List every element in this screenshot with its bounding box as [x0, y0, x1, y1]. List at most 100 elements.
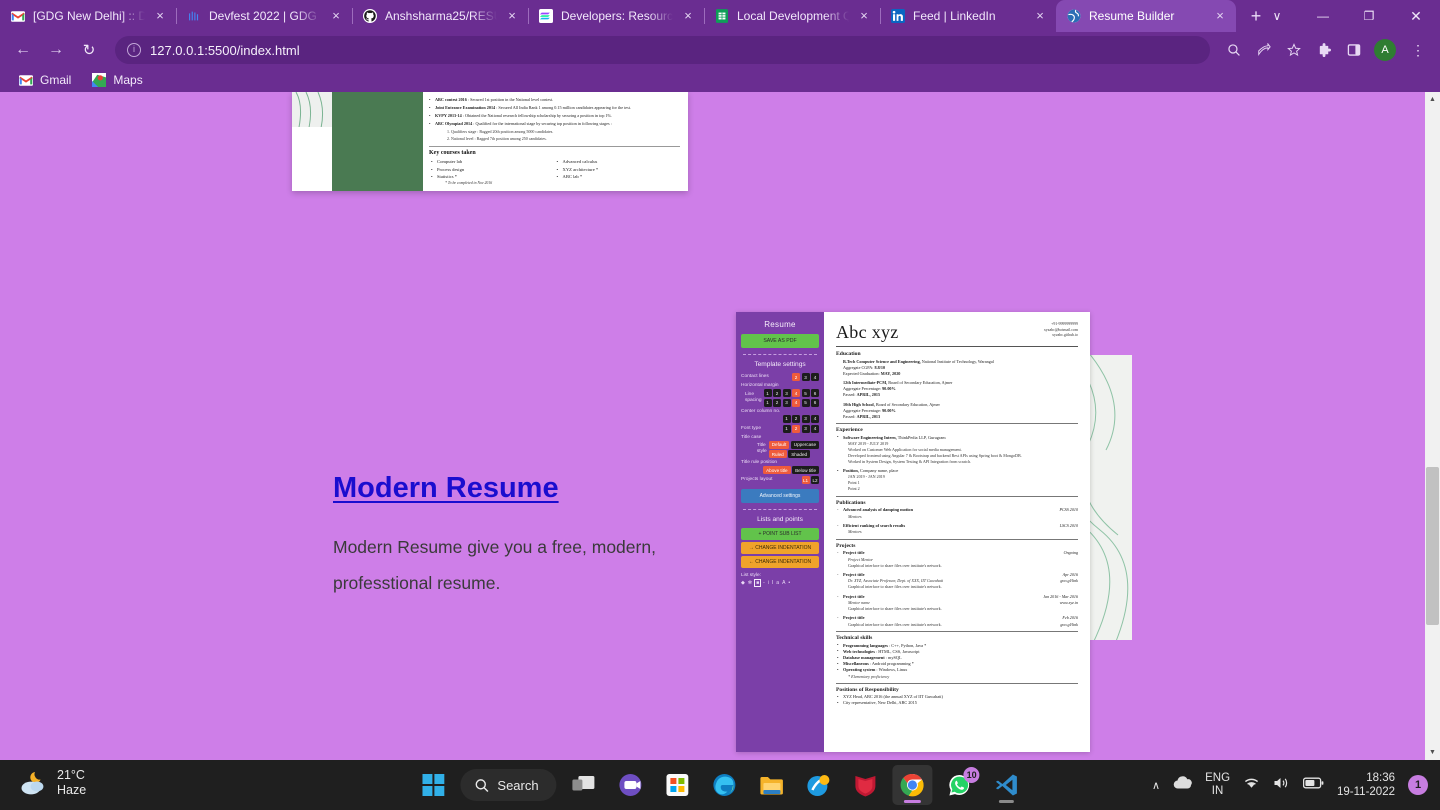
whatsapp-button[interactable]: 10	[940, 765, 980, 805]
close-tab-button[interactable]: ×	[1212, 8, 1228, 24]
browser-tab-6[interactable]: Feed | LinkedIn ×	[880, 0, 1056, 32]
share-icon[interactable]	[1250, 36, 1278, 64]
weather-widget[interactable]: 21°C Haze	[18, 768, 86, 798]
option-chip[interactable]: 4	[811, 424, 819, 433]
onedrive-cloud-icon[interactable]	[1173, 776, 1192, 794]
browser-tab-7[interactable]: Resume Builder ×	[1056, 0, 1236, 32]
scroll-down-button[interactable]: ▼	[1425, 745, 1440, 760]
option-chip[interactable]: 3	[801, 424, 810, 433]
scrollbar-thumb[interactable]	[1426, 467, 1439, 625]
office-button[interactable]	[799, 765, 839, 805]
option-chip[interactable]: L2	[811, 476, 819, 484]
profile-avatar[interactable]: A	[1374, 39, 1396, 61]
close-tab-button[interactable]: ×	[680, 8, 696, 24]
close-tab-button[interactable]: ×	[152, 8, 168, 24]
option-chip[interactable]: 2	[773, 389, 781, 397]
forward-button[interactable]: →	[41, 35, 71, 65]
chrome-button[interactable]	[892, 765, 933, 805]
option-chip[interactable]: 6	[811, 398, 819, 407]
tray-overflow-icon[interactable]: ∧	[1152, 779, 1160, 792]
browser-tab-4[interactable]: Developers: Resource ×	[528, 0, 704, 32]
option-chip[interactable]: Above title	[763, 466, 791, 474]
bullet-option[interactable]: a	[776, 580, 779, 586]
back-button[interactable]: ←	[8, 35, 38, 65]
wifi-icon[interactable]	[1243, 776, 1260, 795]
notification-badge[interactable]: 1	[1408, 775, 1428, 795]
browser-tab-5[interactable]: Local Development Q ×	[704, 0, 880, 32]
teams-button[interactable]	[611, 765, 651, 805]
option-chip[interactable]: 1	[782, 424, 791, 433]
site-info-icon[interactable]: i	[127, 43, 141, 57]
option-chip[interactable]: 5	[801, 389, 810, 397]
clock[interactable]: 18:36 19-11-2022	[1337, 771, 1395, 799]
option-chip[interactable]: Below title	[792, 466, 819, 474]
resume-document[interactable]: Abc xyz +91-9999999999 xyzabc@hotmail.com…	[824, 312, 1090, 752]
page-scrollbar[interactable]: ▲ ▼	[1425, 92, 1440, 760]
option-chip[interactable]: 3	[782, 398, 791, 407]
bullet-option[interactable]: •	[788, 580, 790, 586]
option-chip[interactable]: 2	[792, 373, 800, 381]
option-chip[interactable]: 2	[792, 414, 800, 423]
minimize-button[interactable]: —	[1300, 0, 1346, 32]
browser-tab-3[interactable]: Anshsharma25/RESUM ×	[352, 0, 528, 32]
task-view-button[interactable]	[564, 765, 604, 805]
option-chip[interactable]: 3	[801, 414, 810, 423]
add-point-sublist-button[interactable]: + POINT SUB LIST	[741, 528, 819, 540]
bullet-option[interactable]: ■	[754, 579, 762, 587]
reload-button[interactable]: ↻	[74, 35, 104, 65]
search-icon[interactable]	[1220, 36, 1248, 64]
extensions-icon[interactable]	[1310, 36, 1338, 64]
option-chip[interactable]: 1	[782, 414, 791, 423]
bullet-option[interactable]: i	[768, 580, 769, 586]
scroll-up-button[interactable]: ▲	[1425, 92, 1440, 107]
mcafee-button[interactable]	[846, 765, 886, 805]
bookmark-gmail[interactable]: Gmail	[10, 70, 79, 90]
option-chip[interactable]: 4	[792, 398, 800, 407]
speaker-icon[interactable]	[1273, 776, 1290, 795]
start-button[interactable]	[413, 765, 453, 805]
file-explorer-button[interactable]	[752, 765, 792, 805]
sidepanel-icon[interactable]	[1340, 36, 1368, 64]
language-indicator[interactable]: ENG IN	[1205, 772, 1230, 798]
option-chip[interactable]: 1	[763, 398, 772, 407]
microsoft-store-button[interactable]	[658, 765, 698, 805]
bullet-option[interactable]: ✻	[748, 580, 752, 586]
browser-tab-1[interactable]: [GDG New Delhi] :: De ×	[0, 0, 176, 32]
bullet-option[interactable]: -	[763, 580, 765, 586]
option-chip[interactable]: 2	[792, 424, 800, 433]
save-as-pdf-button[interactable]: SAVE AS PDF	[741, 334, 819, 348]
close-tab-button[interactable]: ×	[856, 8, 872, 24]
option-chip[interactable]: 4	[792, 389, 800, 397]
maximize-button[interactable]: ❐	[1346, 0, 1392, 32]
close-tab-button[interactable]: ×	[504, 8, 520, 24]
close-tab-button[interactable]: ×	[1032, 8, 1048, 24]
option-chip[interactable]: 5	[801, 398, 810, 407]
option-chip[interactable]: 3	[782, 389, 791, 397]
bullet-option[interactable]: I	[772, 580, 773, 586]
option-chip[interactable]: Uppercase	[790, 440, 819, 449]
browser-tab-2[interactable]: Devfest 2022 | GDG N ×	[176, 0, 352, 32]
option-chip[interactable]: 2	[773, 398, 781, 407]
decrease-indentation-button[interactable]: ← CHANGE INDENTATION	[741, 556, 819, 568]
bookmark-maps[interactable]: Maps	[83, 70, 150, 90]
increase-indentation-button[interactable]: → CHANGE INDENTATION	[741, 542, 819, 554]
address-bar[interactable]: i 127.0.0.1:5500/index.html	[115, 36, 1210, 64]
tab-search-button[interactable]: ∨	[1254, 0, 1300, 32]
option-chip[interactable]: Default	[768, 440, 790, 449]
option-chip[interactable]: Ruled	[768, 450, 787, 458]
battery-icon[interactable]	[1302, 776, 1324, 794]
close-window-button[interactable]: ✕	[1392, 0, 1440, 32]
edge-button[interactable]	[705, 765, 745, 805]
browser-menu-icon[interactable]: ⋮	[1404, 36, 1432, 64]
top-resume-preview[interactable]: ABC contest 2016 : Secured 1st position …	[292, 92, 688, 191]
option-chip[interactable]: 4	[811, 414, 819, 423]
search-pill[interactable]: Search	[460, 769, 557, 801]
option-chip[interactable]: L1	[801, 476, 810, 484]
bullet-option[interactable]: ◆	[741, 580, 745, 586]
option-chip[interactable]: 3	[801, 373, 810, 381]
option-chip[interactable]: 1	[763, 389, 772, 397]
modern-resume-link[interactable]: Modern Resume	[333, 472, 559, 504]
option-chip[interactable]: Shaded	[788, 450, 811, 458]
option-chip[interactable]: 4	[811, 373, 819, 381]
vscode-button[interactable]	[987, 765, 1027, 805]
